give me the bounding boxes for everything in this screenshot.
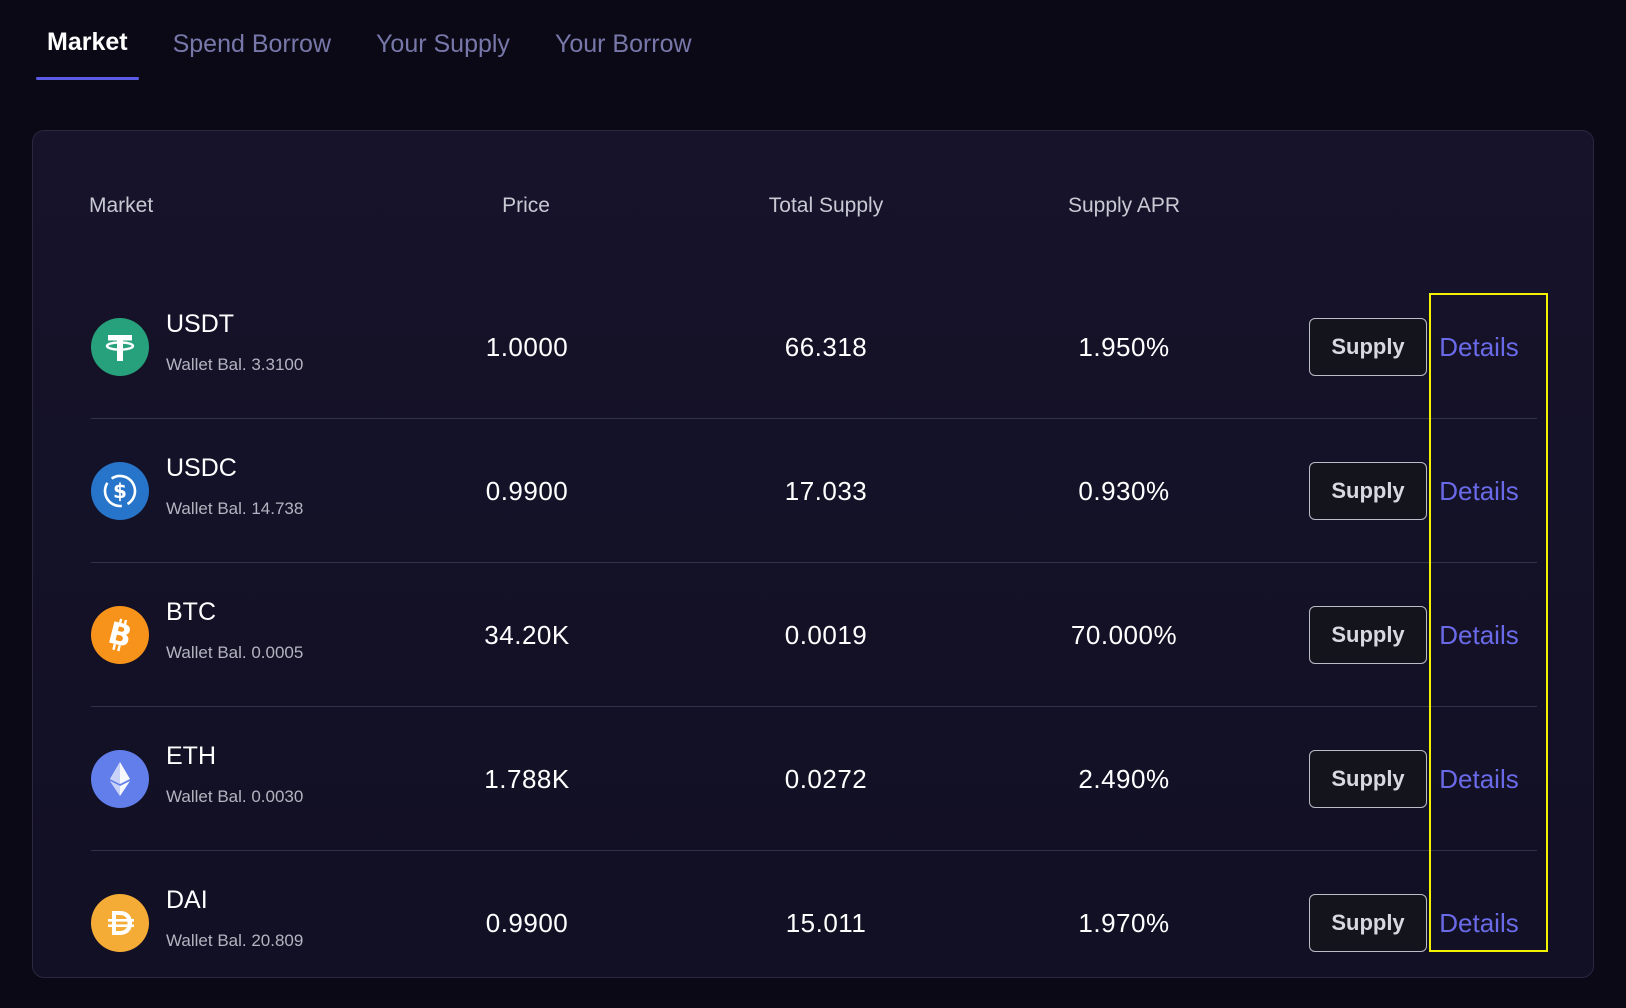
asset-symbol: USDC: [166, 454, 237, 482]
supply-button[interactable]: Supply: [1309, 894, 1427, 952]
wallet-balance: Wallet Bal. 0.0005: [166, 643, 304, 662]
market-table-card: Market Price Total Supply Supply APR USD…: [32, 130, 1594, 978]
supply-button[interactable]: Supply: [1309, 606, 1427, 664]
details-link[interactable]: Details: [1439, 907, 1518, 939]
bitcoin-icon: B: [91, 606, 149, 664]
asset-symbol: DAI: [166, 886, 208, 914]
asset-symbol: BTC: [166, 598, 216, 626]
total-supply-value: 15.011: [785, 908, 867, 938]
supply-apr-value: 2.490%: [1078, 764, 1170, 794]
column-header-total-supply: Total Supply: [768, 194, 884, 217]
price-value: 1.788K: [484, 764, 570, 794]
wallet-balance: Wallet Bal. 20.809: [166, 931, 304, 950]
price-value: 34.20K: [484, 620, 570, 650]
price-value: 1.0000: [485, 332, 569, 362]
supply-button[interactable]: Supply: [1309, 462, 1427, 520]
table-row: USDT Wallet Bal. 3.3100 1.0000 66.318 1.…: [91, 275, 1537, 419]
price-value: 0.9900: [485, 476, 569, 506]
table-row: ETH Wallet Bal. 0.0030 1.788K 0.0272 2.4…: [91, 707, 1537, 851]
market-rows: USDT Wallet Bal. 3.3100 1.0000 66.318 1.…: [91, 275, 1537, 995]
supply-apr-value: 70.000%: [1070, 620, 1178, 650]
details-link[interactable]: Details: [1439, 763, 1518, 795]
tab-market[interactable]: Market: [36, 0, 139, 80]
ethereum-icon: [91, 750, 149, 808]
tether-icon: [91, 318, 149, 376]
price-value: 0.9900: [485, 908, 569, 938]
details-link[interactable]: Details: [1439, 331, 1518, 363]
column-header-supply-apr: Supply APR: [1067, 194, 1181, 217]
tab-bar: Market Spend Borrow Your Supply Your Bor…: [36, 0, 726, 80]
tab-your-supply[interactable]: Your Supply: [365, 0, 521, 80]
usdc-icon: $: [91, 462, 149, 520]
details-link[interactable]: Details: [1439, 475, 1518, 507]
table-row: DAI Wallet Bal. 20.809 0.9900 15.011 1.9…: [91, 851, 1537, 995]
asset-symbol: USDT: [166, 310, 235, 338]
tab-spend-borrow[interactable]: Spend Borrow: [162, 0, 342, 80]
asset-symbol: ETH: [166, 742, 216, 770]
table-row: B BTC Wallet Bal. 0.0005 34.20K 0.0019 7…: [91, 563, 1537, 707]
supply-button[interactable]: Supply: [1309, 750, 1427, 808]
supply-apr-value: 1.950%: [1078, 332, 1170, 362]
total-supply-value: 0.0272: [784, 764, 868, 794]
svg-text:$: $: [113, 479, 127, 503]
total-supply-value: 66.318: [784, 332, 868, 362]
column-header-market: Market: [89, 194, 154, 217]
wallet-balance: Wallet Bal. 0.0030: [166, 787, 304, 806]
total-supply-value: 17.033: [784, 476, 868, 506]
column-header-price: Price: [502, 194, 550, 217]
dai-icon: [91, 894, 149, 952]
table-row: $ USDC Wallet Bal. 14.738 0.9900 17.033 …: [91, 419, 1537, 563]
details-link[interactable]: Details: [1439, 619, 1518, 651]
supply-apr-value: 1.970%: [1078, 908, 1170, 938]
supply-apr-value: 0.930%: [1078, 476, 1170, 506]
total-supply-value: 0.0019: [784, 620, 868, 650]
wallet-balance: Wallet Bal. 3.3100: [166, 355, 304, 374]
tab-your-borrow[interactable]: Your Borrow: [544, 0, 703, 80]
wallet-balance: Wallet Bal. 14.738: [166, 499, 304, 518]
supply-button[interactable]: Supply: [1309, 318, 1427, 376]
